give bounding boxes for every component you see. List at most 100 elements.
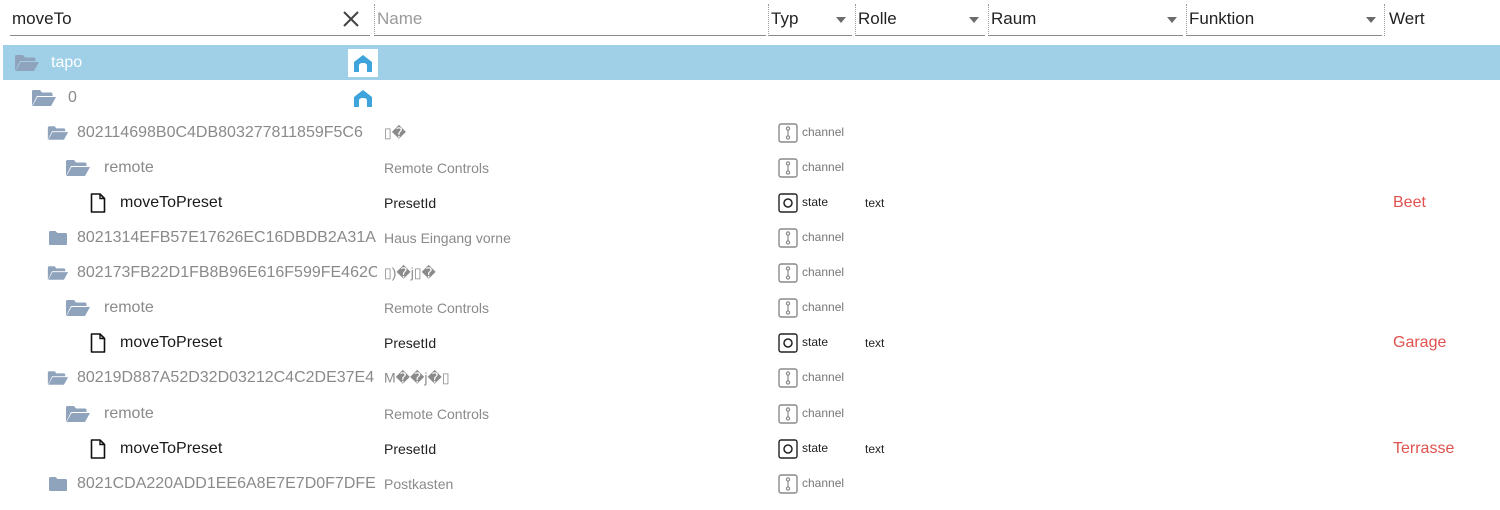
object-type: channel xyxy=(778,474,844,494)
channel-icon xyxy=(778,263,798,283)
tree-row-label: 80219D887A52D32D03212C4C2DE37E4 xyxy=(77,368,375,386)
funktion-filter-label: Funktion xyxy=(1189,9,1255,28)
object-type: state xyxy=(778,439,828,459)
object-name: ▯)�j▯� xyxy=(384,264,436,280)
tree-row-label: remote xyxy=(104,298,154,316)
home-icon-box xyxy=(348,49,378,77)
rolle-filter-select[interactable]: Rolle xyxy=(855,4,985,36)
chevron-down-icon xyxy=(836,17,846,23)
state-icon xyxy=(778,439,798,459)
file-icon xyxy=(90,439,106,459)
file-icon xyxy=(90,333,106,353)
channel-icon xyxy=(778,368,798,388)
typ-filter-select[interactable]: Typ xyxy=(768,4,852,36)
rolle-filter-label: Rolle xyxy=(858,9,897,28)
object-name: Remote Controls xyxy=(384,405,490,422)
tree-row-device[interactable]: 8021CDA220ADD1EE6A8E7E7D0F7DFE Postkaste… xyxy=(3,466,1500,501)
state-icon xyxy=(778,193,798,213)
object-name: PresetId xyxy=(384,440,437,457)
channel-icon xyxy=(778,228,798,248)
object-name: PresetId xyxy=(384,334,437,351)
channel-icon xyxy=(778,298,798,318)
tree-row-label: 8021314EFB57E17626EC16DBDB2A31A xyxy=(77,228,376,246)
tree-row-label: moveToPreset xyxy=(120,193,223,211)
object-type: state xyxy=(778,193,828,213)
channel-icon xyxy=(778,158,798,178)
tree-row-state[interactable]: moveToPreset PresetId state text Garage xyxy=(3,325,1500,360)
tree-row-device[interactable]: 802173FB22D1FB8B96E616F599FE462C ▯)�j▯� … xyxy=(3,255,1500,290)
object-tree: tapo 0 802114698B0C4DB803277811859F5C6 ▯… xyxy=(3,44,1500,510)
object-type: channel xyxy=(778,123,844,143)
folder-open-icon[interactable] xyxy=(14,54,40,72)
tree-row-remote[interactable]: remote Remote Controls channel xyxy=(3,396,1500,431)
tree-row-remote[interactable]: remote Remote Controls channel xyxy=(3,150,1500,185)
home-icon xyxy=(352,88,374,108)
funktion-filter-select[interactable]: Funktion xyxy=(1186,4,1382,36)
object-name: Haus Eingang vorne xyxy=(384,229,511,246)
folder-open-icon[interactable] xyxy=(47,265,69,281)
tree-row-state[interactable]: moveToPreset PresetId state text Beet xyxy=(3,185,1500,220)
object-type: channel xyxy=(778,263,844,283)
tree-row-label: moveToPreset xyxy=(120,333,223,351)
folder-open-icon[interactable] xyxy=(65,159,91,177)
tree-row-instance-0[interactable]: 0 xyxy=(3,80,1500,115)
folder-open-icon[interactable] xyxy=(65,299,91,317)
name-filter-cell[interactable]: Name xyxy=(374,4,766,36)
object-name: ▯� xyxy=(384,124,407,140)
raum-filter-label: Raum xyxy=(991,9,1037,28)
chevron-down-icon xyxy=(1167,17,1177,23)
object-type: channel xyxy=(778,158,844,178)
object-type: channel xyxy=(778,368,844,388)
folder-open-icon[interactable] xyxy=(31,89,57,107)
object-type: channel xyxy=(778,228,844,248)
id-filter-cell[interactable]: moveTo xyxy=(10,4,370,36)
object-value[interactable]: Beet xyxy=(1393,194,1426,212)
object-role: text xyxy=(865,335,885,350)
typ-filter-label: Typ xyxy=(771,9,799,28)
object-name: M��j�▯ xyxy=(384,369,450,385)
tree-row-remote[interactable]: remote Remote Controls channel xyxy=(3,290,1500,325)
channel-icon xyxy=(778,474,798,494)
tree-row-label: moveToPreset xyxy=(120,439,223,457)
chevron-down-icon xyxy=(969,17,979,23)
object-role: text xyxy=(865,195,885,210)
raum-filter-select[interactable]: Raum xyxy=(988,4,1183,36)
name-filter-input[interactable]: Name xyxy=(377,9,422,29)
chevron-down-icon xyxy=(1366,17,1376,23)
tree-row-device[interactable]: 80219D887A52D32D03212C4C2DE37E4 M��j�▯ c… xyxy=(3,360,1500,395)
tree-row-label: 802114698B0C4DB803277811859F5C6 xyxy=(77,123,363,141)
object-name: Remote Controls xyxy=(384,299,490,316)
object-type: channel xyxy=(778,298,844,318)
file-icon xyxy=(90,193,106,213)
tree-row-label: tapo xyxy=(51,53,83,71)
folder-icon[interactable] xyxy=(48,476,68,492)
tree-row-label: remote xyxy=(104,404,154,422)
folder-open-icon[interactable] xyxy=(65,405,91,423)
tree-row-label: 802173FB22D1FB8B96E616F599FE462C xyxy=(77,263,377,281)
filter-bar: moveTo Name Typ Rolle Raum Funktion Wert xyxy=(0,0,1500,42)
wert-column-header: Wert xyxy=(1384,4,1425,36)
channel-icon xyxy=(778,123,798,143)
folder-open-icon[interactable] xyxy=(47,370,69,386)
tree-row-label: remote xyxy=(104,158,154,176)
id-filter-input[interactable]: moveTo xyxy=(12,9,72,29)
object-value[interactable]: Garage xyxy=(1393,334,1446,352)
close-icon[interactable] xyxy=(340,8,362,30)
object-value[interactable]: Terrasse xyxy=(1393,440,1454,458)
folder-icon[interactable] xyxy=(48,230,68,246)
channel-icon xyxy=(778,404,798,424)
tree-row-label: 8021CDA220ADD1EE6A8E7E7D0F7DFE xyxy=(77,474,376,492)
object-name: Postkasten xyxy=(384,475,454,492)
object-type: channel xyxy=(778,404,844,424)
object-type: state xyxy=(778,333,828,353)
object-role: text xyxy=(865,441,885,456)
tree-row-label: 0 xyxy=(68,88,77,106)
tree-row-device[interactable]: 802114698B0C4DB803277811859F5C6 ▯� chann… xyxy=(3,115,1500,150)
folder-open-icon[interactable] xyxy=(47,125,69,141)
object-name: PresetId xyxy=(384,194,437,211)
object-name: Remote Controls xyxy=(384,159,490,176)
home-icon xyxy=(352,53,374,73)
tree-row-state[interactable]: moveToPreset PresetId state text Terrass… xyxy=(3,431,1500,466)
tree-row-device[interactable]: 8021314EFB57E17626EC16DBDB2A31A Haus Ein… xyxy=(3,220,1500,255)
tree-row-tapo[interactable]: tapo xyxy=(3,45,1500,80)
